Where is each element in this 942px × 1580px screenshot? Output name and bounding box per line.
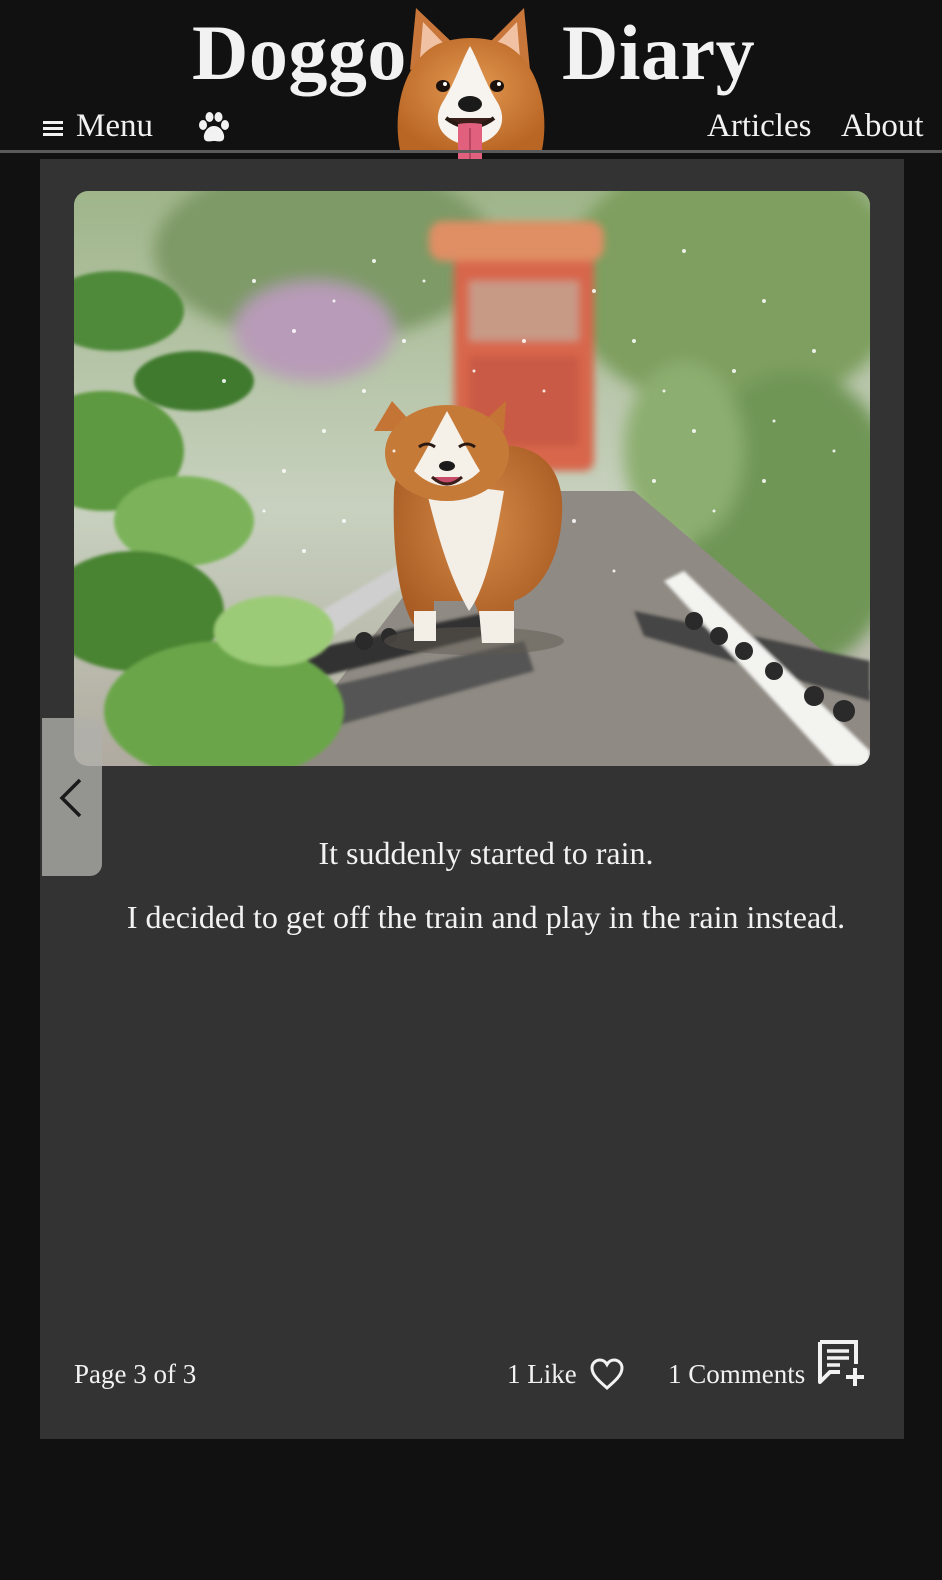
comment-add-icon[interactable] [816,1338,868,1388]
site-title-doggo[interactable]: Doggo [192,8,407,98]
chevron-left-icon [59,778,82,818]
nav-about-link[interactable]: About [841,106,924,146]
like-section: 1 Like [507,1354,625,1394]
nav-articles-link[interactable]: Articles [707,106,811,146]
card-footer: Page 3 of 3 1 Like 1 Comments [40,1340,904,1404]
corgi-mascot-logo[interactable] [388,0,552,185]
comments-count[interactable]: 1 Comments [668,1354,805,1394]
site-header: Doggo Diary Menu Articles About [0,0,942,182]
hamburger-icon [43,118,63,139]
diary-page-card: It suddenly started to rain. I decided t… [40,159,904,1439]
page-indicator: Page 3 of 3 [74,1359,197,1389]
likes-count: 1 Like [507,1359,577,1389]
menu-label: Menu [76,108,153,144]
story-line: I decided to get off the train and play … [126,899,846,935]
heart-icon[interactable] [589,1357,625,1391]
header-divider [0,150,942,153]
paw-icon[interactable] [196,110,232,146]
story-photo [74,191,870,766]
site-title-diary[interactable]: Diary [562,8,755,98]
story-line: It suddenly started to rain. [318,835,654,871]
menu-button[interactable]: Menu [43,106,153,146]
